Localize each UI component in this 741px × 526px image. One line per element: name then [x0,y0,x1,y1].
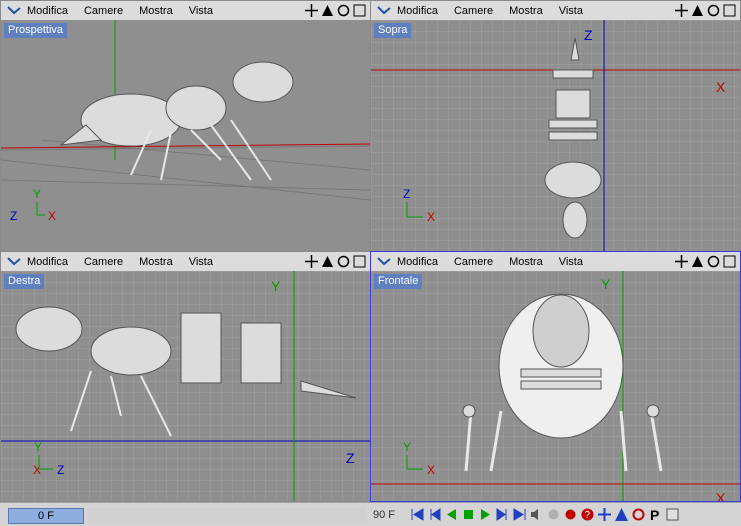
rotate-view-icon[interactable] [337,4,350,17]
axis-label-y: Y [601,276,611,292]
viewport-logo-icon [377,5,391,14]
go-to-end-icon[interactable] [512,507,527,522]
viewport-canvas[interactable]: Prospettiva Y Z X [1,20,370,251]
parameter-key-icon[interactable]: P [648,507,663,523]
viewport-logo-icon [377,256,391,265]
menu-modifica[interactable]: Modifica [397,5,438,17]
gizmo-x: X [427,463,435,477]
viewport-menubar: Modifica Camere Mostra Vista [1,1,370,20]
previous-key-icon[interactable] [427,507,442,522]
move-view-icon[interactable] [675,4,688,17]
viewport-logo-icon [7,5,21,14]
point-key-icon[interactable] [665,507,680,522]
viewport-prospettiva[interactable]: Modifica Camere Mostra Vista Prospettiva [0,0,371,252]
stop-icon[interactable] [461,507,476,522]
menu-mostra[interactable]: Mostra [509,256,543,268]
top-scene: Z X Z X [371,20,740,251]
gizmo-x: X [48,209,56,223]
viewport-logo-icon [7,256,21,265]
rotate-view-icon[interactable] [337,255,350,268]
menu-camere[interactable]: Camere [454,5,493,17]
rotate-key-icon[interactable] [631,507,646,522]
axis-label-z: Z [346,450,355,466]
menu-modifica[interactable]: Modifica [27,5,68,17]
go-to-start-icon[interactable] [410,507,425,522]
viewport-menubar: Modifica Camere Mostra Vista [371,252,740,271]
menu-vista[interactable]: Vista [189,5,213,17]
gizmo-z: Z [10,209,17,223]
gizmo-y: Y [34,440,42,454]
front-scene: Y X Y X [371,271,740,501]
gizmo-y: Y [33,187,41,201]
zoom-view-icon[interactable] [691,255,704,268]
menu-vista[interactable]: Vista [559,256,583,268]
play-forward-icon[interactable] [478,507,493,522]
axis-label-x: X [716,490,726,501]
viewport-label: Sopra [374,23,412,38]
perspective-scene: Y Z X [1,20,370,223]
viewport-label: Frontale [374,274,423,289]
maximize-view-icon[interactable] [353,4,366,17]
viewport-label: Destra [4,274,45,289]
move-view-icon[interactable] [675,255,688,268]
menu-modifica[interactable]: Modifica [397,256,438,268]
gizmo-z: Z [57,463,64,477]
viewport-destra[interactable]: Modifica Camere Mostra Vista Y Z Y Z X D… [0,251,371,502]
play-backward-icon[interactable] [444,507,459,522]
maximize-view-icon[interactable] [723,4,736,17]
menu-camere[interactable]: Camere [454,256,493,268]
record-icon[interactable] [546,507,561,522]
maximize-view-icon[interactable] [723,255,736,268]
current-frame-field[interactable]: 0 F [8,508,84,524]
svg-text:P: P [650,507,659,522]
side-scene: Y Z Y Z X [1,271,370,501]
viewport-menubar: Modifica Camere Mostra Vista [371,1,740,20]
rotate-view-icon[interactable] [707,4,720,17]
axis-label-y: Y [271,278,281,294]
axis-label-z: Z [584,27,593,43]
axis-label-x: X [716,79,726,95]
viewport-sopra[interactable]: Modifica Camere Mostra Vista Z X Z X Sop… [370,0,741,252]
sound-icon[interactable] [529,507,544,522]
ant-model [59,61,294,181]
zoom-view-icon[interactable] [321,4,334,17]
scale-key-icon[interactable] [614,507,629,522]
end-frame-label: 90 F [373,509,396,521]
autokey-icon[interactable] [563,507,578,522]
move-view-icon[interactable] [305,255,318,268]
maximize-view-icon[interactable] [353,255,366,268]
gizmo-x: X [427,210,435,224]
timeline-bar: 0 F 90 F ? P [0,502,741,526]
menu-vista[interactable]: Vista [189,256,213,268]
svg-text:?: ? [585,510,591,521]
viewport-canvas[interactable]: Y Z Y Z X Destra [1,271,370,501]
menu-modifica[interactable]: Modifica [27,256,68,268]
menu-camere[interactable]: Camere [84,256,123,268]
viewport-canvas[interactable]: Y X Y X Frontale [371,271,740,501]
viewport-canvas[interactable]: Z X Z X Sopra [371,20,740,251]
viewport-frontale[interactable]: Modifica Camere Mostra Vista Y X Y X Fro… [370,251,741,502]
menu-vista[interactable]: Vista [559,5,583,17]
move-view-icon[interactable] [305,4,318,17]
gizmo-x: X [33,463,41,477]
zoom-view-icon[interactable] [321,255,334,268]
viewport-menubar: Modifica Camere Mostra Vista [1,252,370,271]
gizmo-z: Z [403,187,410,201]
menu-mostra[interactable]: Mostra [509,5,543,17]
rotate-view-icon[interactable] [707,255,720,268]
gizmo-y: Y [403,440,411,454]
move-key-icon[interactable] [597,507,612,522]
menu-mostra[interactable]: Mostra [139,256,173,268]
zoom-view-icon[interactable] [691,4,704,17]
help-icon[interactable]: ? [580,507,595,522]
timeline-slider[interactable] [88,508,366,522]
menu-mostra[interactable]: Mostra [139,5,173,17]
next-key-icon[interactable] [495,507,510,522]
menu-camere[interactable]: Camere [84,5,123,17]
